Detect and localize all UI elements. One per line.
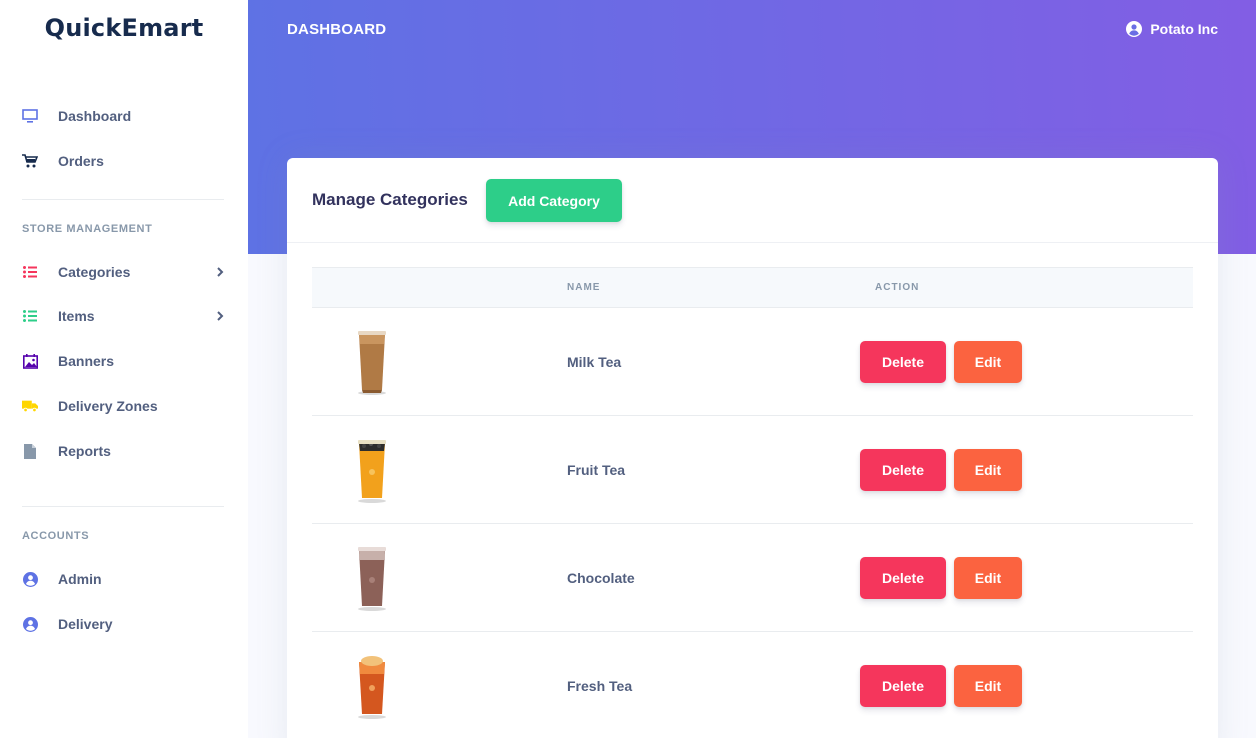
user-circle-icon (1126, 21, 1143, 37)
sidebar-divider (22, 506, 224, 507)
categories-card: Manage Categories Add Category NAME ACTI… (287, 158, 1218, 738)
table-header: NAME ACTION (312, 267, 1193, 308)
category-image (358, 656, 386, 719)
sidebar-item-label: Banners (58, 353, 115, 369)
delete-button[interactable]: Delete (860, 449, 946, 491)
truck-icon (22, 398, 38, 414)
user-circle-icon (22, 571, 38, 587)
card-header: Manage Categories Add Category (287, 158, 1218, 243)
sidebar-item-label: Categories (58, 264, 131, 280)
sidebar-item-label: Dashboard (58, 108, 132, 124)
cart-icon (22, 153, 38, 169)
sidebar-item-label: Delivery (58, 616, 113, 632)
list-icon (22, 308, 38, 324)
sidebar-item-reports[interactable]: Reports (22, 436, 230, 466)
table-row: Chocolate Delete Edit (312, 524, 1193, 632)
chevron-right-icon (216, 265, 226, 279)
sidebar-item-label: Reports (58, 443, 111, 459)
user-name: Potato Inc (1150, 21, 1218, 37)
delete-button[interactable]: Delete (860, 557, 946, 599)
sidebar-divider (22, 199, 224, 200)
user-menu[interactable]: Potato Inc (1126, 21, 1218, 37)
delete-button[interactable]: Delete (860, 665, 946, 707)
sidebar-item-label: Items (58, 308, 95, 324)
sidebar-item-admin[interactable]: Admin (22, 564, 230, 594)
sidebar-item-label: Delivery Zones (58, 398, 158, 414)
table-row: Fruit Tea Delete Edit (312, 416, 1193, 524)
sidebar-item-delivery-zones[interactable]: Delivery Zones (22, 391, 230, 421)
sidebar-item-orders[interactable]: Orders (22, 146, 230, 176)
store-management-heading: STORE MANAGEMENT (22, 223, 153, 235)
chevron-right-icon (216, 309, 226, 323)
edit-button[interactable]: Edit (954, 341, 1022, 383)
sidebar-item-label: Admin (58, 571, 102, 587)
image-icon (22, 353, 38, 369)
sidebar-item-dashboard[interactable]: Dashboard (22, 101, 230, 131)
category-image (358, 547, 386, 611)
accounts-heading: ACCOUNTS (22, 530, 90, 542)
sidebar-item-delivery[interactable]: Delivery (22, 609, 230, 639)
monitor-icon (22, 108, 38, 124)
category-name: Fresh Tea (567, 678, 633, 694)
table-row: Fresh Tea Delete Edit (312, 632, 1193, 738)
add-category-button[interactable]: Add Category (486, 179, 622, 222)
sidebar-item-banners[interactable]: Banners (22, 346, 230, 376)
column-header-name: NAME (567, 282, 601, 293)
user-circle-icon (22, 616, 38, 632)
category-image (358, 331, 386, 395)
page-title: DASHBOARD (287, 21, 387, 38)
edit-button[interactable]: Edit (954, 665, 1022, 707)
category-name: Fruit Tea (567, 462, 626, 478)
list-icon (22, 264, 38, 280)
card-title: Manage Categories (312, 190, 468, 209)
category-name: Chocolate (567, 570, 635, 586)
edit-button[interactable]: Edit (954, 557, 1022, 599)
sidebar-item-label: Orders (58, 153, 104, 169)
file-icon (22, 443, 38, 459)
sidebar-item-categories[interactable]: Categories (22, 257, 230, 287)
delete-button[interactable]: Delete (860, 341, 946, 383)
category-name: Milk Tea (567, 354, 622, 370)
table-row: Milk Tea Delete Edit (312, 308, 1193, 416)
brand-logo[interactable]: QuickEmart (0, 14, 248, 42)
edit-button[interactable]: Edit (954, 449, 1022, 491)
sidebar: QuickEmart Dashboard Orders STORE MANAGE… (0, 0, 248, 738)
sidebar-item-items[interactable]: Items (22, 301, 230, 331)
category-image (358, 440, 386, 503)
column-header-action: ACTION (875, 282, 920, 293)
